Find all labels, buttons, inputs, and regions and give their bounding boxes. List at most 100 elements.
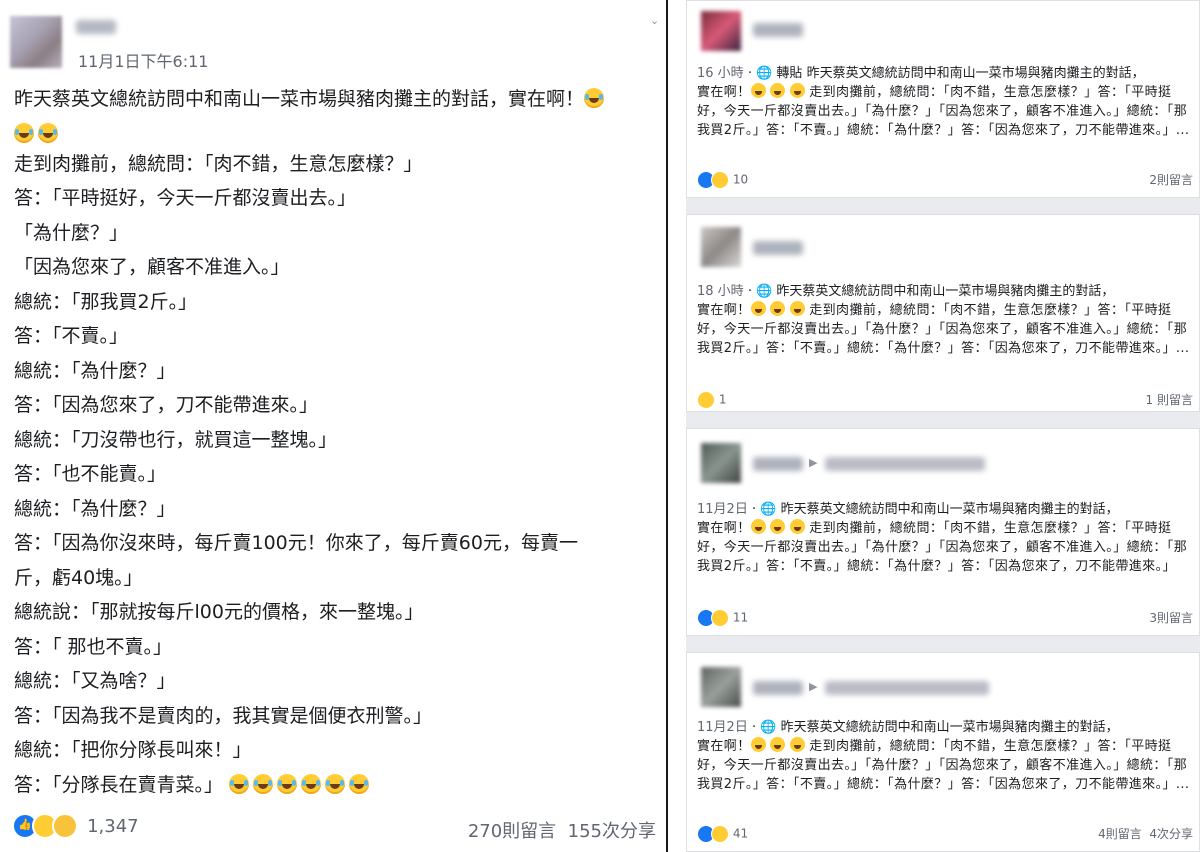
post-line: 昨天蔡英文總統訪問中和南山一菜市場與豬肉攤主的對話，實在啊！	[14, 82, 662, 117]
laughing-tears-emoji	[253, 773, 274, 794]
laughing-tears-emoji	[789, 737, 805, 752]
share-meta: 16 小時 · 🌐 轉貼 昨天蔡英文總統訪問中和南山一菜市場與豬肉攤主的對話，	[697, 66, 1145, 81]
post-line: 答：「分隊長在賣青菜。」	[14, 768, 662, 803]
scrollbar-chevron-icon[interactable]: ⌄	[650, 14, 659, 27]
post-line: 總統：「又為啥？」	[14, 670, 176, 692]
post-line: 總統：「那我買2斤。」	[14, 290, 198, 313]
share-timestamp[interactable]: 11月2日	[697, 720, 748, 735]
post-line: 答：「 那也不賣。」	[14, 635, 173, 658]
comment-count[interactable]: 1 則留言	[1146, 391, 1193, 408]
author-name-blurred[interactable]	[753, 457, 803, 471]
laughing-tears-emoji	[14, 122, 34, 143]
share-meta: 18 小時 · 🌐 昨天蔡英文總統訪問中和南山一菜市場與豬肉攤主的對話，	[697, 284, 1115, 299]
laughing-tears-emoji	[750, 737, 766, 752]
avatar[interactable]	[701, 667, 741, 707]
author-name-blurred[interactable]	[753, 681, 803, 695]
shares-list: 16 小時 · 🌐 轉貼 昨天蔡英文總統訪問中和南山一菜市場與豬肉攤主的對話， …	[686, 0, 1200, 852]
reaction-count[interactable]: 1	[719, 393, 727, 407]
share-text: 實在啊！ 走到肉攤前，總統問：「肉不錯，生意怎麼樣？」答：「平時挺好，今天一斤都…	[697, 519, 1188, 574]
target-name-blurred[interactable]	[825, 681, 989, 695]
original-post: 11月1日下午6:11 ⌄ 昨天蔡英文總統訪問中和南山一菜市場與豬肉攤主的對話，…	[0, 0, 668, 852]
laughing-tears-emoji	[789, 83, 805, 98]
laughing-tears-emoji	[349, 773, 370, 794]
reaction-count[interactable]: 10	[733, 173, 748, 187]
laughing-tears-emoji	[38, 122, 58, 143]
post-line: 答：「因為您來了，刀不能帶進來。」	[14, 394, 319, 416]
share-count[interactable]: 155次分享	[568, 821, 656, 842]
laughing-tears-emoji	[770, 737, 786, 752]
post-line: 答：「不賣。」	[14, 325, 129, 347]
post-line: 斤，虧40塊。」	[14, 566, 143, 589]
share-card: ▶ 11月2日 · 🌐 昨天蔡英文總統訪問中和南山一菜市場與豬肉攤主的對話， 實…	[686, 652, 1200, 852]
share-meta: 11月2日 · 🌐 昨天蔡英文總統訪問中和南山一菜市場與豬肉攤主的對話，	[697, 720, 1119, 735]
reaction-count[interactable]: 1,347	[87, 816, 139, 837]
laughing-tears-emoji	[789, 301, 805, 316]
haha-reaction-icon[interactable]	[711, 171, 729, 189]
share-timestamp[interactable]: 16 小時	[697, 66, 744, 81]
avatar[interactable]	[10, 16, 62, 68]
comment-count[interactable]: 270則留言	[468, 821, 556, 842]
post-timestamp[interactable]: 11月1日下午6:11	[78, 48, 208, 72]
post-line: 答：「平時挺好，今天一斤都沒賣出去。」	[14, 187, 357, 209]
post-line: 總統：「為什麼？」	[14, 359, 176, 382]
globe-icon: 🌐	[760, 720, 777, 735]
laughing-tears-emoji	[301, 773, 322, 794]
reaction-count[interactable]: 11	[733, 611, 748, 625]
share-timestamp[interactable]: 11月2日	[697, 502, 748, 517]
post-stats: 270則留言 155次分享	[468, 817, 656, 843]
avatar[interactable]	[701, 443, 741, 483]
post-line: 走到肉攤前，總統問：「肉不錯，生意怎麼樣？」	[14, 152, 423, 175]
laughing-tears-emoji	[770, 301, 786, 316]
share-count[interactable]: 4次分享	[1149, 827, 1193, 841]
comment-count[interactable]: 3則留言	[1149, 609, 1193, 626]
target-name-blurred[interactable]	[825, 457, 985, 471]
share-card: 16 小時 · 🌐 轉貼 昨天蔡英文總統訪問中和南山一菜市場與豬肉攤主的對話， …	[686, 0, 1200, 198]
share-arrow-icon: ▶	[809, 680, 818, 693]
laughing-tears-emoji	[750, 301, 766, 316]
post-line: 答：「也不能賣。」	[14, 463, 167, 485]
post-line	[14, 117, 662, 147]
laughing-tears-emoji	[750, 519, 766, 534]
globe-icon: 🌐	[760, 502, 777, 517]
globe-icon: 🌐	[756, 284, 773, 299]
sad-reaction-icon[interactable]	[52, 813, 78, 839]
author-name-blurred[interactable]	[753, 23, 803, 37]
haha-reaction-icon[interactable]	[711, 609, 729, 627]
share-footer: 1 1 則留言	[697, 391, 1193, 409]
laughing-tears-emoji	[325, 773, 346, 794]
share-text: 實在啊！ 走到肉攤前，總統問：「肉不錯，生意怎麼樣？」答：「平時挺好，今天一斤都…	[697, 301, 1190, 356]
share-timestamp[interactable]: 18 小時	[697, 284, 744, 299]
post-line: 答：「因為我不是賣肉的，我其實是個便衣刑警。」	[14, 704, 433, 727]
author-name-blurred[interactable]	[76, 20, 116, 34]
haha-reaction-icon[interactable]	[711, 825, 729, 843]
reaction-count[interactable]: 41	[733, 827, 748, 841]
author-name-blurred[interactable]	[753, 241, 803, 255]
laughing-tears-emoji	[277, 773, 298, 794]
share-stats: 4則留言 4次分享	[1098, 825, 1193, 842]
post-line: 「因為您來了，顧客不准進入。」	[14, 256, 290, 278]
comment-count[interactable]: 4則留言	[1098, 827, 1142, 841]
laughing-tears-emoji	[770, 519, 786, 534]
share-footer: 11 3則留言	[697, 609, 1193, 627]
post-line: 總統：「把你分隊長叫來！」	[14, 739, 252, 761]
share-arrow-icon: ▶	[809, 456, 818, 469]
avatar[interactable]	[701, 227, 741, 267]
haha-reaction-icon[interactable]	[697, 391, 715, 409]
share-footer: 41 4則留言 4次分享	[697, 825, 1193, 843]
laughing-tears-emoji	[584, 88, 605, 108]
post-text: 昨天蔡英文總統訪問中和南山一菜市場與豬肉攤主的對話，實在啊！ 走到肉攤前，總統問…	[14, 82, 662, 802]
laughing-tears-emoji	[750, 83, 766, 98]
post-footer: 1,347 270則留言 155次分享	[12, 813, 662, 843]
post-line: 總統說：「那就按每斤l00元的價格，來一整塊。」	[14, 601, 424, 623]
laughing-tears-emoji	[229, 773, 250, 794]
laughing-tears-emoji	[770, 83, 786, 98]
share-meta: 11月2日 · 🌐 昨天蔡英文總統訪問中和南山一菜市場與豬肉攤主的對話，	[697, 502, 1119, 517]
post-line: 總統：「刀沒帶也行，就買這一整塊。」	[14, 428, 338, 451]
comment-count[interactable]: 2則留言	[1149, 171, 1193, 188]
post-line: 「為什麼？」	[14, 221, 129, 244]
share-text: 實在啊！ 走到肉攤前，總統問：「肉不錯，生意怎麼樣？」答：「平時挺好，今天一斤都…	[697, 737, 1190, 792]
laughing-tears-emoji	[789, 519, 805, 534]
share-card: ▶ 11月2日 · 🌐 昨天蔡英文總統訪問中和南山一菜市場與豬肉攤主的對話， 實…	[686, 428, 1200, 636]
avatar[interactable]	[701, 11, 741, 51]
share-footer: 10 2則留言	[697, 171, 1193, 189]
